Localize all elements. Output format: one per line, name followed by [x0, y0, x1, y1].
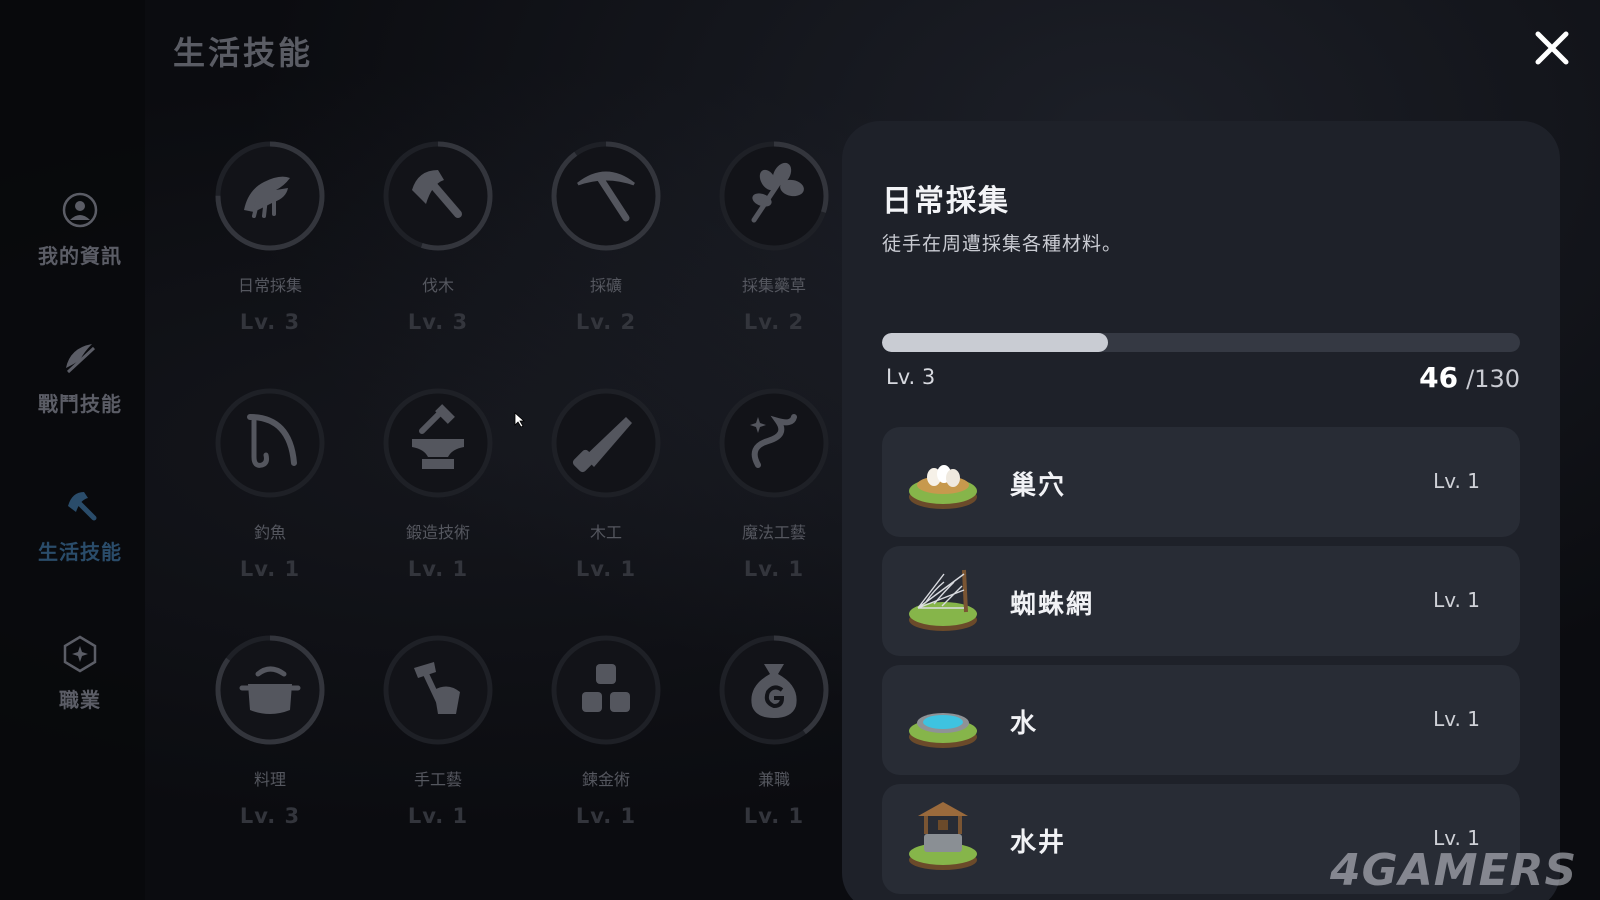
- nav-label: 生活技能: [38, 540, 122, 564]
- skill-logging[interactable]: 伐木 Lv. 3: [363, 140, 513, 360]
- watermark-logo: 4GAMERS: [1330, 845, 1578, 896]
- skill-name: 鍛造技術: [405, 523, 470, 542]
- nav-item-job[interactable]: 職業: [0, 634, 160, 744]
- skill-level: Lv. 1: [575, 804, 637, 828]
- skill-magic-craft[interactable]: 魔法工藝 Lv. 1: [699, 387, 849, 607]
- xp-progress-fill: [882, 333, 1108, 352]
- skill-name: 木工: [589, 523, 622, 542]
- skill-name: 魔法工藝: [741, 523, 806, 542]
- nav-item-profile[interactable]: 我的資訊: [0, 190, 160, 300]
- mouse-cursor-icon: [514, 412, 526, 428]
- skill-ring: [551, 388, 661, 498]
- combat-icon: [66, 344, 96, 374]
- skill-ring: [383, 388, 493, 498]
- nest-icon: [909, 465, 977, 509]
- skill-mining[interactable]: 採礦 Lv. 2: [531, 140, 681, 360]
- skill-name: 日常採集: [237, 276, 302, 295]
- resource-level: Lv. 1: [1433, 469, 1480, 493]
- xp-progress-bar: [882, 333, 1520, 352]
- skill-ring: [383, 635, 493, 745]
- skill-part-time[interactable]: 兼職 Lv. 1: [699, 634, 849, 854]
- nav-label: 我的資訊: [38, 244, 122, 268]
- detail-level: Lv. 3: [886, 365, 936, 389]
- skill-name: 手工藝: [413, 770, 462, 789]
- skill-name: 料理: [253, 770, 286, 789]
- axe-icon: [68, 492, 97, 521]
- xp-current: 46: [1419, 361, 1459, 394]
- skill-grid: 日常採集 Lv. 3 伐木 Lv. 3 採礦 Lv. 2 採集藥草 Lv. 2 …: [195, 140, 835, 860]
- resource-level: Lv. 1: [1433, 588, 1480, 612]
- resource-name: 蜘蛛網: [1010, 590, 1095, 620]
- skill-name: 釣魚: [253, 523, 286, 542]
- skill-detail-panel: 日常採集 徒手在周遭採集各種材料。 Lv. 3 46 /130 巢穴 Lv. 1: [842, 121, 1560, 900]
- skill-name: 兼職: [757, 770, 790, 789]
- page-title: 生活技能: [173, 34, 314, 72]
- skill-ring: [719, 388, 829, 498]
- skill-ring: [551, 141, 661, 251]
- skill-level: Lv. 1: [743, 557, 805, 581]
- skill-ring: [215, 635, 325, 745]
- resource-level: Lv. 1: [1433, 707, 1480, 731]
- skill-smithing[interactable]: 鍛造技術 Lv. 1: [363, 387, 513, 607]
- skill-level: Lv. 1: [575, 557, 637, 581]
- close-icon[interactable]: [1530, 26, 1574, 70]
- well-icon: [909, 802, 977, 870]
- skill-name: 伐木: [421, 276, 454, 295]
- skill-name: 採集藥草: [741, 276, 806, 295]
- xp-readout: 46 /130: [1419, 361, 1520, 394]
- profile-icon: [62, 192, 98, 228]
- skill-handicraft[interactable]: 手工藝 Lv. 1: [363, 634, 513, 854]
- skill-ring: [551, 635, 661, 745]
- side-nav: 我的資訊 戰鬥技能 生活技能 職業: [0, 0, 145, 900]
- skill-ring: [719, 141, 829, 251]
- skill-herb-gathering[interactable]: 採集藥草 Lv. 2: [699, 140, 849, 360]
- nav-item-life-skills[interactable]: 生活技能: [0, 486, 160, 596]
- skill-level: Lv. 1: [407, 557, 469, 581]
- skill-alchemy[interactable]: 鍊金術 Lv. 1: [531, 634, 681, 854]
- resource-item-nest[interactable]: 巢穴 Lv. 1: [882, 427, 1520, 537]
- skill-level: Lv. 1: [743, 804, 805, 828]
- skill-level: Lv. 3: [407, 310, 469, 334]
- spider-web-icon: [909, 569, 977, 631]
- skill-ring: [383, 141, 493, 251]
- skill-level: Lv. 2: [575, 310, 637, 334]
- skill-name: 採礦: [589, 276, 622, 295]
- resource-item-water[interactable]: 水 Lv. 1: [882, 665, 1520, 775]
- skill-ring: [719, 635, 829, 745]
- skill-level: Lv. 3: [239, 804, 301, 828]
- resource-name: 水井: [1010, 828, 1067, 858]
- skill-level: Lv. 3: [239, 310, 301, 334]
- resource-name: 巢穴: [1010, 471, 1067, 501]
- detail-title: 日常採集: [882, 184, 1010, 219]
- nav-label: 職業: [59, 688, 101, 712]
- skill-level: Lv. 2: [743, 310, 805, 334]
- skill-gathering[interactable]: 日常採集 Lv. 3: [195, 140, 345, 360]
- nav-label: 戰鬥技能: [38, 392, 122, 416]
- skill-name: 鍊金術: [581, 770, 630, 789]
- xp-max: /130: [1466, 365, 1520, 393]
- resource-item-spider-web[interactable]: 蜘蛛網 Lv. 1: [882, 546, 1520, 656]
- skill-level: Lv. 1: [407, 804, 469, 828]
- skill-cooking[interactable]: 料理 Lv. 3: [195, 634, 345, 854]
- detail-description: 徒手在周遭採集各種材料。: [882, 233, 1123, 255]
- skill-level: Lv. 1: [239, 557, 301, 581]
- skill-woodworking[interactable]: 木工 Lv. 1: [531, 387, 681, 607]
- skill-ring: [215, 388, 325, 498]
- resource-name: 水: [1010, 709, 1039, 739]
- job-icon: [63, 635, 97, 673]
- water-icon: [909, 713, 977, 748]
- skill-ring: [215, 141, 325, 251]
- nav-item-combat[interactable]: 戰鬥技能: [0, 338, 160, 448]
- skill-fishing[interactable]: 釣魚 Lv. 1: [195, 387, 345, 607]
